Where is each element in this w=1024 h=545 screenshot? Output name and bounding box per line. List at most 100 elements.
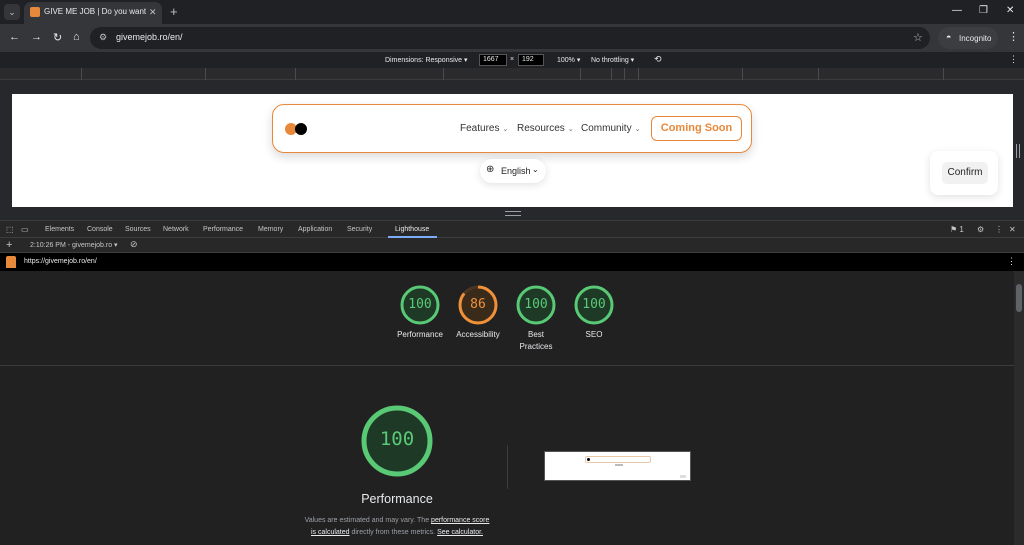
consent-card: Confirm [930, 151, 998, 195]
settings-gear-icon[interactable]: ⚙ [977, 225, 984, 234]
performance-label: Performance [397, 330, 443, 339]
language-selector[interactable]: ⊕ English ⌄ [480, 159, 546, 183]
browser-tab[interactable]: GIVE ME JOB | Do you want to c ✕ [24, 2, 162, 24]
chevron-down-icon: ⌄ [532, 165, 539, 174]
tab-title: GIVE ME JOB | Do you want to c [44, 7, 148, 16]
globe-icon: ⊕ [486, 164, 495, 175]
lighthouse-report [0, 271, 1014, 545]
devtools-menu-icon[interactable]: ⋮ [995, 225, 1003, 234]
incognito-icon: ◓ [946, 32, 952, 42]
device-toolbar: Dimensions: Responsive ▾ 1667 × 192 100%… [0, 52, 1024, 68]
best-practices-score: 100 [524, 297, 548, 312]
chevron-down-icon: ⌄ [634, 126, 641, 133]
new-tab-icon[interactable]: + [170, 4, 178, 19]
language-label: English [501, 166, 531, 176]
media-query-ruler[interactable] [0, 68, 1024, 80]
back-icon[interactable]: ← [9, 31, 20, 43]
window-close-icon[interactable]: ✕ [1006, 5, 1014, 16]
seo-score: 100 [582, 297, 606, 312]
confirm-button[interactable]: Confirm [942, 162, 988, 184]
coming-soon-button[interactable]: Coming Soon [651, 116, 742, 141]
url-text[interactable]: givemejob.ro/en/ [116, 32, 183, 42]
tab-performance[interactable]: Performance [203, 226, 243, 233]
nav-resources[interactable]: Resources ⌄ [517, 123, 574, 134]
tab-lighthouse[interactable]: Lighthouse [395, 226, 429, 233]
page-viewport: Features ⌄ Resources ⌄ Community ⌄ Coming S… [12, 94, 1013, 207]
is-calculated-link[interactable]: is calculated [311, 529, 350, 536]
lighthouse-report-header: https://givemejob.ro/en/ ⋮ [0, 253, 1024, 271]
lighthouse-logo-icon [6, 256, 16, 268]
issues-icon[interactable]: ⚑ 1 [950, 225, 964, 234]
tab-memory[interactable]: Memory [258, 226, 283, 233]
inspect-element-icon[interactable]: ⬚ [6, 225, 14, 234]
chevron-down-icon: ⌄ [567, 126, 574, 133]
see-calculator-link[interactable]: See calculator. [437, 529, 483, 536]
forward-icon[interactable]: → [31, 31, 42, 43]
section-divider [0, 365, 1014, 366]
viewport-resize-handle-right[interactable] [1016, 144, 1020, 158]
bookmark-star-icon[interactable]: ☆ [913, 31, 923, 44]
nav-features[interactable]: Features ⌄ [460, 123, 508, 134]
best-practices-label: Best Practices [519, 330, 553, 351]
report-selector[interactable]: 2:10:26 PM - givemejob.ro ▾ [30, 241, 118, 249]
devtools-tab-bar: ⬚ ▭ Elements Console Sources Network Per… [0, 220, 1024, 238]
tab-console[interactable]: Console [87, 226, 113, 233]
scrollbar-thumb[interactable] [1016, 284, 1022, 312]
incognito-label: Incognito [959, 34, 992, 43]
final-screenshot-thumbnail[interactable] [544, 451, 691, 481]
site-navbar: Features ⌄ Resources ⌄ Community ⌄ Coming S… [272, 104, 752, 153]
restore-icon[interactable]: ❐ [979, 5, 988, 16]
desc-text-2: directly from these metrics. [351, 528, 436, 536]
vertical-divider [507, 445, 508, 489]
browser-menu-icon[interactable]: ⋮ [1008, 30, 1019, 43]
throttling-select[interactable]: No throttling ▾ [591, 56, 634, 64]
performance-heading: Performance [361, 492, 433, 506]
height-input[interactable]: 192 [518, 54, 544, 66]
nav-resources-label: Resources [517, 123, 565, 134]
accessibility-label: Accessibility [456, 330, 500, 339]
nav-community-label: Community [581, 123, 632, 134]
new-report-icon[interactable]: + [6, 239, 12, 251]
minimize-icon[interactable]: — [952, 5, 962, 16]
tab-network[interactable]: Network [163, 226, 189, 233]
times-sign: × [510, 56, 515, 63]
performance-score-link[interactable]: performance score [431, 517, 489, 524]
performance-main-score: 100 [379, 428, 415, 450]
site-info-icon[interactable]: ⚙ [99, 32, 107, 43]
performance-description: Values are estimated and may vary. The p… [290, 515, 504, 538]
nav-features-label: Features [460, 123, 500, 134]
device-menu-icon[interactable]: ⋮ [1009, 54, 1018, 65]
tab-sources[interactable]: Sources [125, 226, 151, 233]
clear-reports-icon[interactable]: ⊘ [130, 239, 138, 250]
address-toolbar: ← → ↻ ⌂ ⚙ givemejob.ro/en/ ☆ ◓ Incognito… [0, 24, 1024, 52]
device-toggle-icon[interactable]: ▭ [21, 225, 29, 234]
viewport-resize-handle-bottom[interactable] [505, 211, 521, 216]
devtools-close-icon[interactable]: ✕ [1009, 225, 1016, 234]
zoom-select[interactable]: 100% ▾ [557, 56, 580, 64]
width-input[interactable]: 1667 [479, 54, 507, 66]
accessibility-score: 86 [470, 297, 486, 312]
incognito-badge[interactable]: ◓ Incognito [938, 27, 998, 49]
lighthouse-toolbar: + 2:10:26 PM - givemejob.ro ▾ ⊘ [0, 238, 1024, 253]
report-url[interactable]: https://givemejob.ro/en/ [24, 258, 97, 265]
home-icon[interactable]: ⌂ [73, 31, 80, 43]
omnibox[interactable]: ⚙ givemejob.ro/en/ ☆ [90, 27, 930, 49]
tab-elements[interactable]: Elements [45, 226, 74, 233]
browser-tab-strip: ⌄ GIVE ME JOB | Do you want to c ✕ + — ❐… [0, 0, 1024, 24]
chevron-down-icon: ⌄ [502, 126, 509, 133]
report-scrollbar[interactable] [1014, 271, 1024, 545]
tab-application[interactable]: Application [298, 226, 332, 233]
nav-community[interactable]: Community ⌄ [581, 123, 640, 134]
seo-label: SEO [585, 330, 603, 339]
desc-text-1: Values are estimated and may vary. The [304, 517, 430, 524]
close-tab-icon[interactable]: ✕ [149, 7, 157, 18]
reload-icon[interactable]: ↻ [53, 31, 62, 44]
issues-count: 1 [959, 225, 964, 234]
tab-security[interactable]: Security [347, 226, 372, 233]
logo-black-dot-icon[interactable] [295, 123, 307, 135]
tab-search-button[interactable]: ⌄ [4, 4, 20, 20]
site-favicon-icon [30, 7, 40, 17]
report-menu-icon[interactable]: ⋮ [1007, 256, 1016, 267]
dimensions-select[interactable]: Dimensions: Responsive ▾ [385, 56, 468, 64]
rotate-icon[interactable]: ⟲ [654, 54, 662, 65]
